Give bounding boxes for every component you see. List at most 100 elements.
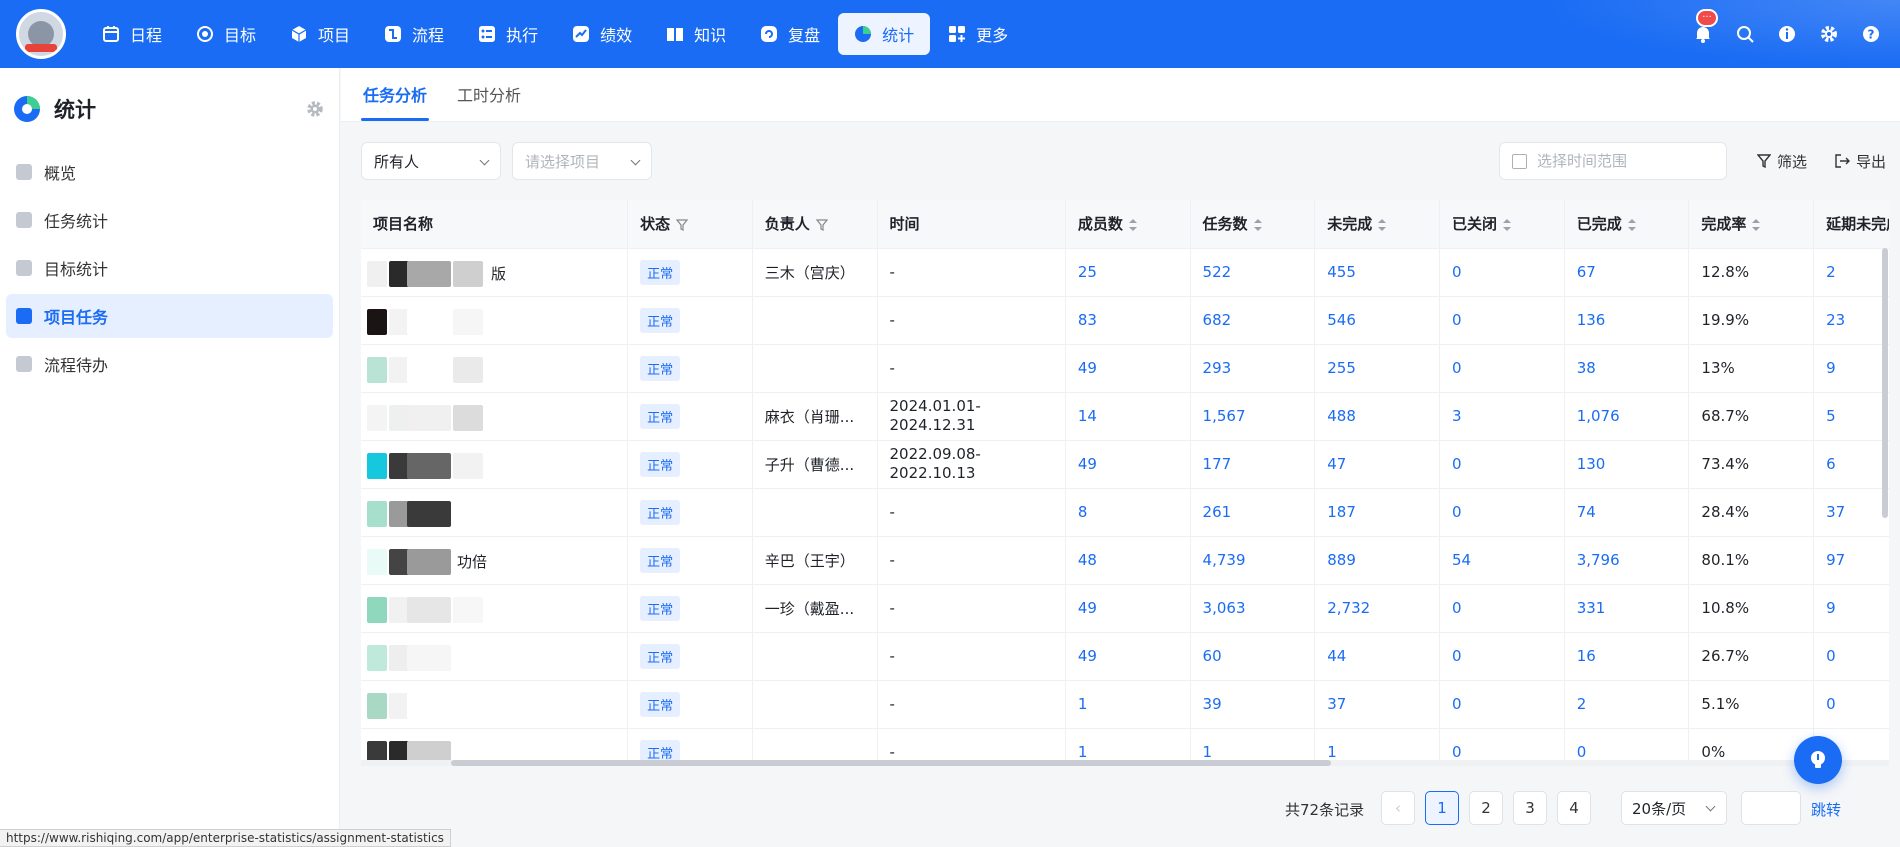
info-icon[interactable] <box>1776 23 1798 45</box>
sidebar-item-goal-stats[interactable]: 目标统计 <box>6 246 333 290</box>
settings-icon[interactable] <box>1818 23 1840 45</box>
nav-item-review[interactable]: 复盘 <box>744 13 836 55</box>
tasks-cell[interactable]: 60 <box>1190 632 1316 681</box>
column-header-members[interactable]: 成员数 <box>1065 200 1191 249</box>
completed-cell[interactable]: 1,076 <box>1564 392 1690 441</box>
gear-icon[interactable] <box>305 99 325 119</box>
table-row[interactable]: 版 正常 三木（宫庆） -25 522 455 0 67 12.8% 2 <box>361 248 1889 297</box>
project-name-cell[interactable]: 功倍 <box>361 536 629 585</box>
project-name-cell[interactable] <box>361 392 629 441</box>
table-row[interactable]: 正常 -1 39 37 0 2 5.1% 0 <box>361 680 1889 729</box>
tab-hours-analysis[interactable]: 工时分析 <box>455 67 523 121</box>
completed-cell[interactable]: 331 <box>1564 584 1690 633</box>
tab-task-analysis[interactable]: 任务分析 <box>361 67 430 121</box>
incomplete-cell[interactable]: 546 <box>1314 296 1440 345</box>
tasks-cell[interactable]: 4,739 <box>1190 536 1316 585</box>
incomplete-cell[interactable]: 47 <box>1314 440 1440 489</box>
incomplete-cell[interactable]: 187 <box>1314 488 1440 537</box>
nav-item-execute[interactable]: 执行 <box>462 13 554 55</box>
overdue-cell[interactable]: 2 <box>1813 248 1889 297</box>
nav-item-schedule[interactable]: 日程 <box>86 13 178 55</box>
members-cell[interactable]: 48 <box>1065 536 1191 585</box>
tasks-cell[interactable]: 1,567 <box>1190 392 1316 441</box>
completed-cell[interactable]: 16 <box>1564 632 1690 681</box>
nav-item-knowledge[interactable]: 知识 <box>650 13 742 55</box>
page-size-select[interactable]: 20条/页 <box>1621 791 1727 825</box>
completed-cell[interactable]: 136 <box>1564 296 1690 345</box>
page-button-2[interactable]: 2 <box>1469 791 1503 825</box>
completed-cell[interactable]: 74 <box>1564 488 1690 537</box>
project-name-cell[interactable] <box>361 680 629 729</box>
incomplete-cell[interactable]: 2,732 <box>1314 584 1440 633</box>
search-icon[interactable] <box>1734 23 1756 45</box>
closed-cell[interactable]: 0 <box>1439 440 1565 489</box>
closed-cell[interactable]: 0 <box>1439 632 1565 681</box>
overdue-cell[interactable]: 0 <box>1813 680 1889 729</box>
table-row[interactable]: 正常 -83 682 546 0 136 19.9% 23 <box>361 296 1889 345</box>
overdue-cell[interactable]: 6 <box>1813 440 1889 489</box>
column-header-overdue[interactable]: 延期未完成 <box>1813 200 1889 249</box>
incomplete-cell[interactable]: 889 <box>1314 536 1440 585</box>
sidebar-item-overview[interactable]: 概览 <box>6 150 333 194</box>
column-header-status[interactable]: 状态 <box>627 200 753 249</box>
completed-cell[interactable]: 38 <box>1564 344 1690 393</box>
incomplete-cell[interactable]: 488 <box>1314 392 1440 441</box>
prev-page-button[interactable]: ‹ <box>1381 791 1415 825</box>
table-row[interactable]: 正常 麻衣（肖珊... 2024.01.01-2024.12.31 14 1,567 48… <box>361 392 1889 441</box>
table-row[interactable]: 正常 -49 293 255 0 38 13% 9 <box>361 344 1889 393</box>
project-select[interactable]: 请选择项目 <box>512 142 652 180</box>
overdue-cell[interactable]: 5 <box>1813 392 1889 441</box>
jump-button[interactable]: 跳转 <box>1811 799 1841 820</box>
tasks-cell[interactable]: 177 <box>1190 440 1316 489</box>
page-button-3[interactable]: 3 <box>1513 791 1547 825</box>
project-name-cell[interactable] <box>361 440 629 489</box>
tasks-cell[interactable]: 39 <box>1190 680 1316 729</box>
members-cell[interactable]: 14 <box>1065 392 1191 441</box>
incomplete-cell[interactable]: 37 <box>1314 680 1440 729</box>
table-row[interactable]: 功倍 正常 辛巴（王宇） -48 4,739 889 54 3,796 80.1% 97 <box>361 536 1889 585</box>
sidebar-item-flow-todo[interactable]: 流程待办 <box>6 342 333 386</box>
closed-cell[interactable]: 0 <box>1439 344 1565 393</box>
project-name-cell[interactable] <box>361 584 629 633</box>
nav-item-project[interactable]: 项目 <box>274 13 366 55</box>
completed-cell[interactable]: 2 <box>1564 680 1690 729</box>
members-cell[interactable]: 49 <box>1065 632 1191 681</box>
closed-cell[interactable]: 54 <box>1439 536 1565 585</box>
horizontal-scrollbar[interactable] <box>361 760 1889 766</box>
column-header-closed[interactable]: 已关闭 <box>1439 200 1565 249</box>
project-name-cell[interactable]: 版 <box>361 248 629 297</box>
incomplete-cell[interactable]: 455 <box>1314 248 1440 297</box>
closed-cell[interactable]: 0 <box>1439 584 1565 633</box>
nav-item-flow[interactable]: 流程 <box>368 13 460 55</box>
table-row[interactable]: 正常 -8 261 187 0 74 28.4% 37 <box>361 488 1889 537</box>
nav-item-statistics[interactable]: 统计 <box>838 13 931 55</box>
export-button[interactable]: 导出 <box>1835 142 1886 180</box>
project-name-cell[interactable] <box>361 488 629 537</box>
date-range-input[interactable] <box>1537 152 1707 170</box>
closed-cell[interactable]: 0 <box>1439 680 1565 729</box>
column-header-completed[interactable]: 已完成 <box>1564 200 1690 249</box>
jump-page-input[interactable] <box>1741 791 1801 825</box>
tasks-cell[interactable]: 261 <box>1190 488 1316 537</box>
project-name-cell[interactable] <box>361 296 629 345</box>
help-icon[interactable]: ? <box>1860 23 1882 45</box>
filter-button[interactable]: 筛选 <box>1757 142 1807 180</box>
overdue-cell[interactable]: 97 <box>1813 536 1889 585</box>
bell-icon[interactable]: ··· <box>1692 9 1718 45</box>
user-avatar[interactable] <box>16 9 66 59</box>
page-button-1[interactable]: 1 <box>1425 791 1459 825</box>
sidebar-item-project-tasks[interactable]: 项目任务 <box>6 294 333 338</box>
table-row[interactable]: 正常 -49 60 44 0 16 26.7% 0 <box>361 632 1889 681</box>
vertical-scrollbar[interactable] <box>1882 248 1888 518</box>
overdue-cell[interactable]: 37 <box>1813 488 1889 537</box>
completed-cell[interactable]: 130 <box>1564 440 1690 489</box>
overdue-cell[interactable]: 0 <box>1813 632 1889 681</box>
closed-cell[interactable]: 3 <box>1439 392 1565 441</box>
members-cell[interactable]: 49 <box>1065 344 1191 393</box>
completed-cell[interactable]: 3,796 <box>1564 536 1690 585</box>
column-header-owner[interactable]: 负责人 <box>752 200 878 249</box>
completed-cell[interactable]: 67 <box>1564 248 1690 297</box>
table-row[interactable]: 正常 子升（曹德... 2022.09.08-2022.10.13 49 177 47 0 1… <box>361 440 1889 489</box>
table-row[interactable]: 正常 一珍（戴盈... -49 3,063 2,732 0 331 10.8% 9 <box>361 584 1889 633</box>
tasks-cell[interactable]: 3,063 <box>1190 584 1316 633</box>
